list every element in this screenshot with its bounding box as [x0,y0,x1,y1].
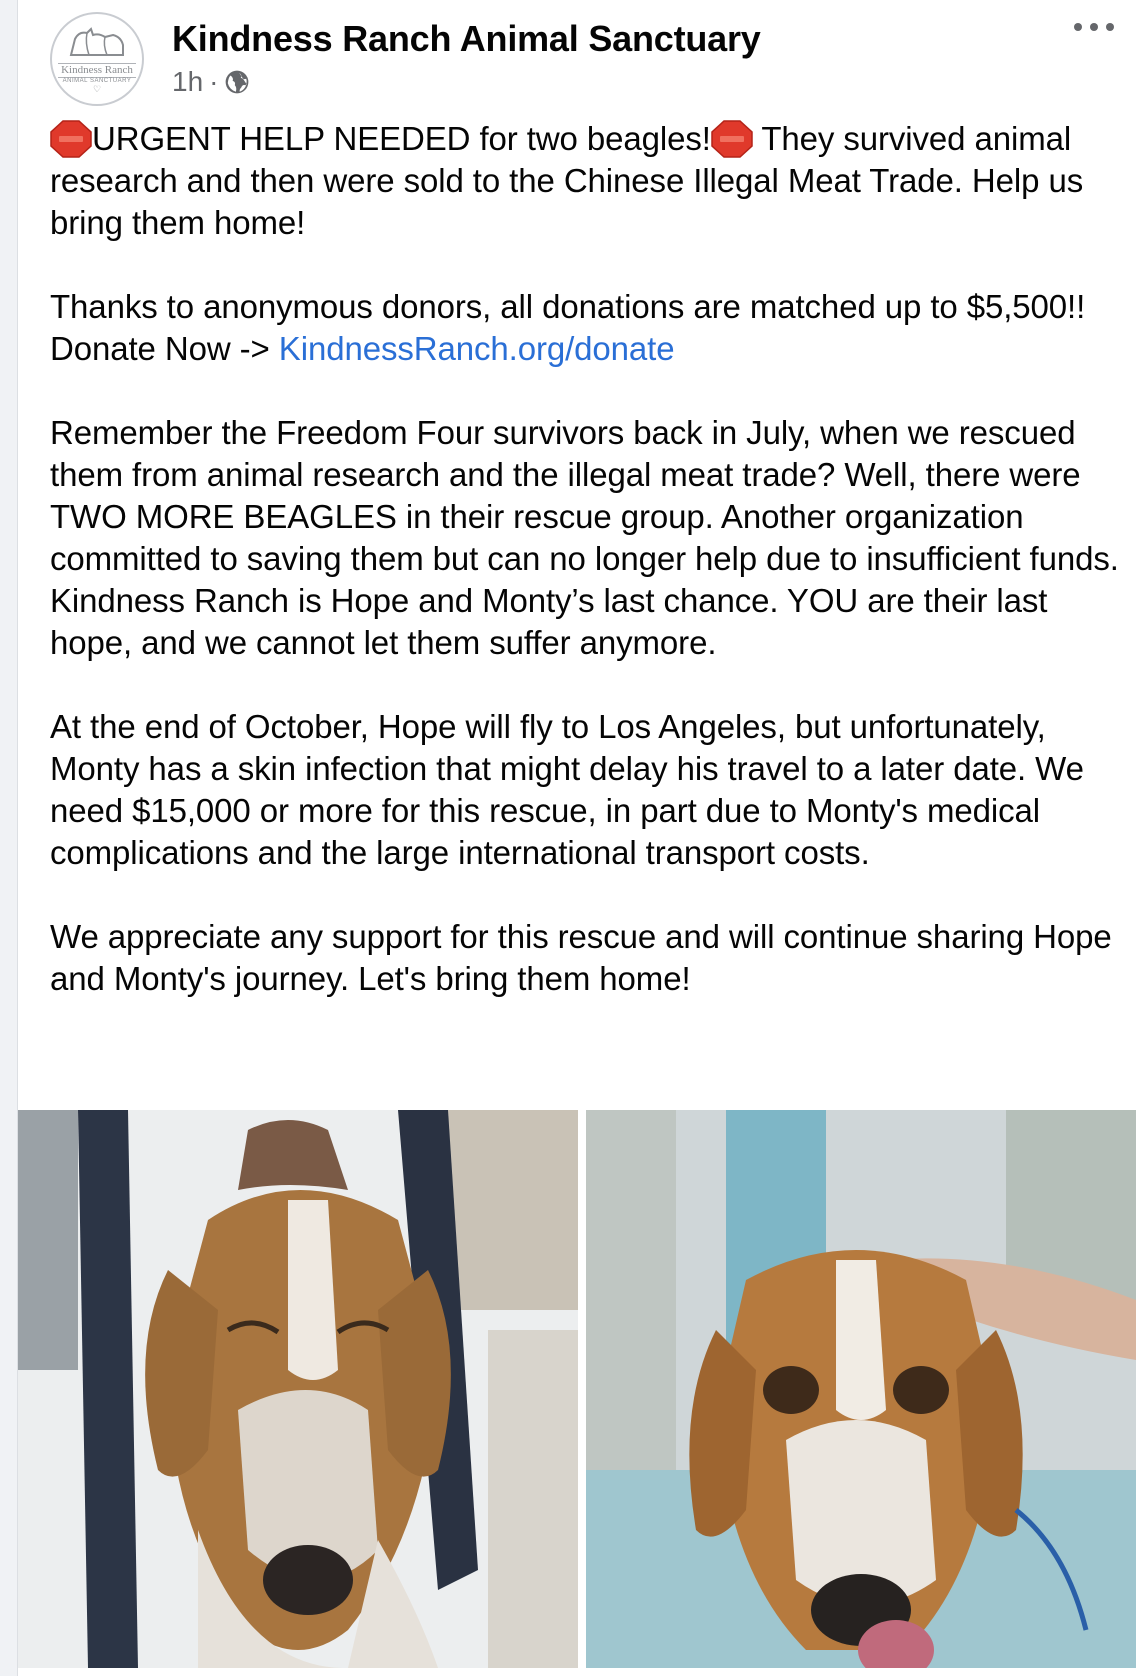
globe-icon[interactable] [224,69,250,95]
page-name-link[interactable]: Kindness Ranch Animal Sanctuary [172,18,761,60]
meta-separator: · [209,66,219,97]
heart-icon: ♡ [92,83,102,94]
stop-sign-icon [711,120,753,158]
post-paragraph-2: Thanks to anonymous donors, all donation… [50,286,1130,370]
beagle-photo-monty[interactable] [586,1110,1136,1668]
more-dot [1090,23,1098,31]
beagle-photo-2-illustration [586,1110,1136,1668]
post-timestamp[interactable]: 1h [172,66,203,98]
post-paragraph-3: Remember the Freedom Four survivors back… [50,414,1119,661]
beagle-photo-1-illustration [18,1110,578,1668]
post-body: URGENT HELP NEEDED for two beagles! They… [50,118,1130,1000]
beagle-photo-hope[interactable] [18,1110,578,1668]
post-paragraph-1: URGENT HELP NEEDED for two beagles! They… [50,118,1130,244]
post-meta: 1h · [172,66,250,98]
more-dot [1106,23,1114,31]
more-options-icon[interactable] [1074,10,1114,44]
photo-grid [18,1110,1136,1676]
post-text-urgent: URGENT HELP NEEDED for two beagles! [92,120,711,157]
donate-link[interactable]: KindnessRanch.org/donate [279,330,675,367]
stop-sign-icon [50,120,92,158]
logo-text: Kindness Ranch [58,62,136,78]
facebook-post: Kindness Ranch ANIMAL SANCTUARY ♡ Kindne… [18,0,1136,1676]
post-paragraph-4: At the end of October, Hope will fly to … [50,708,1084,871]
more-dot [1074,23,1082,31]
post-paragraph-5: We appreciate any support for this rescu… [50,918,1112,997]
horse-cow-logo-icon [69,26,124,56]
feed-left-edge [0,0,18,1676]
page-avatar[interactable]: Kindness Ranch ANIMAL SANCTUARY ♡ [50,12,144,106]
